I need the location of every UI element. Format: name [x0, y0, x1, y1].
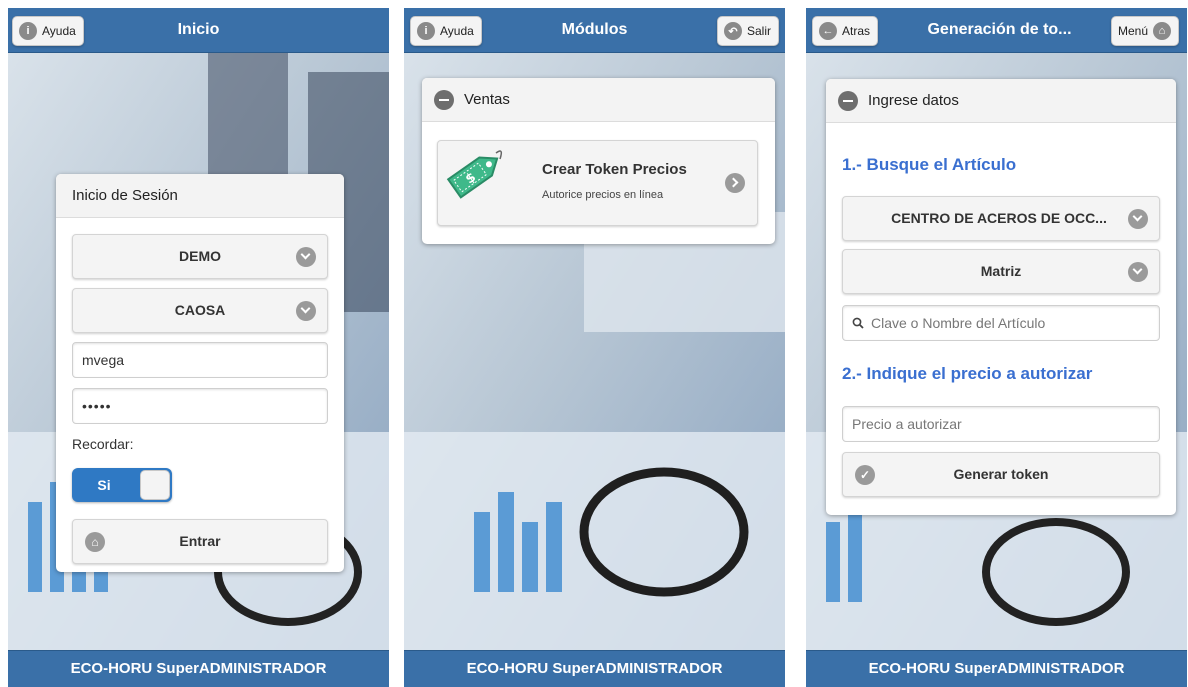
step1-heading: 1.- Busque el Artículo: [842, 155, 1017, 174]
sales-section-header[interactable]: Ventas: [422, 78, 775, 122]
help-button[interactable]: i Ayuda: [12, 16, 84, 46]
login-screen: i Ayuda Inicio Inicio de Sesión DEMO CAO…: [8, 8, 389, 687]
chevron-down-icon: [296, 247, 316, 267]
app-header: i Ayuda Módulos ↶ Salir: [404, 8, 785, 53]
app-footer: ECO-HORU SuperADMINISTRADOR: [404, 650, 785, 687]
login-panel-title: Inicio de Sesión: [56, 174, 344, 218]
app-footer: ECO-HORU SuperADMINISTRADOR: [806, 650, 1187, 687]
price-input[interactable]: Precio a autorizar: [842, 406, 1160, 442]
price-tag-icon: $: [446, 150, 503, 199]
remember-toggle[interactable]: Si: [72, 468, 172, 502]
password-input[interactable]: •••••: [72, 388, 328, 424]
collapse-icon: [434, 89, 454, 110]
search-icon: [852, 317, 864, 329]
input-section-header[interactable]: Ingrese datos: [826, 79, 1176, 123]
exit-icon: ↶: [723, 22, 742, 40]
create-token-item[interactable]: $ Crear Token Precios Autorice precios e…: [437, 140, 758, 226]
app-header: ← Atras Generación de to... Menú ⌂: [806, 8, 1187, 53]
collapse-icon: [838, 90, 858, 111]
check-icon: ✓: [855, 465, 875, 485]
help-button[interactable]: i Ayuda: [410, 16, 482, 46]
company-select[interactable]: CENTRO DE ACEROS DE OCC...: [842, 196, 1160, 241]
app-footer: ECO-HORU SuperADMINISTRADOR: [8, 650, 389, 687]
page-title: Módulos: [561, 21, 628, 38]
info-icon: i: [19, 22, 37, 40]
info-icon: i: [417, 22, 435, 40]
menu-button[interactable]: Menú ⌂: [1110, 16, 1179, 46]
login-panel: Inicio de Sesión DEMO CAOSA mvega ••••• …: [56, 174, 344, 572]
chevron-right-icon: [725, 173, 745, 193]
company-select[interactable]: DEMO: [72, 234, 328, 279]
generate-token-button[interactable]: ✓ Generar token: [842, 452, 1160, 497]
arrow-left-icon: ←: [819, 22, 837, 40]
username-input[interactable]: mvega: [72, 342, 328, 378]
login-button[interactable]: ⌂ Entrar: [72, 519, 328, 564]
branch-select[interactable]: CAOSA: [72, 288, 328, 333]
back-button[interactable]: ← Atras: [812, 16, 879, 46]
step2-heading: 2.- Indique el precio a autorizar: [842, 364, 1093, 383]
item-title: Crear Token Precios: [542, 161, 687, 178]
toggle-knob[interactable]: [140, 470, 170, 500]
app-header: i Ayuda Inicio: [8, 8, 389, 53]
logout-button[interactable]: ↶ Salir: [716, 16, 779, 46]
modules-screen: i Ayuda Módulos ↶ Salir Ventas $ Crear T…: [404, 8, 785, 687]
page-title: Generación de to...: [927, 21, 1072, 38]
page-title: Inicio: [177, 21, 220, 38]
article-search-input[interactable]: Clave o Nombre del Artículo: [842, 305, 1160, 341]
home-icon: ⌂: [1153, 22, 1171, 40]
branch-select[interactable]: Matriz: [842, 249, 1160, 294]
item-subtitle: Autorice precios en línea: [542, 189, 664, 201]
chevron-down-icon: [296, 301, 316, 321]
home-icon: ⌂: [85, 532, 105, 552]
remember-label: Recordar:: [72, 436, 134, 452]
chevron-down-icon: [1128, 262, 1148, 282]
token-generation-screen: ← Atras Generación de to... Menú ⌂ Ingre…: [806, 8, 1187, 687]
input-section: Ingrese datos 1.- Busque el Artículo CEN…: [826, 79, 1176, 515]
sales-section: Ventas $ Crear Token Precios Autorice pr…: [422, 78, 775, 244]
chevron-down-icon: [1128, 209, 1148, 229]
